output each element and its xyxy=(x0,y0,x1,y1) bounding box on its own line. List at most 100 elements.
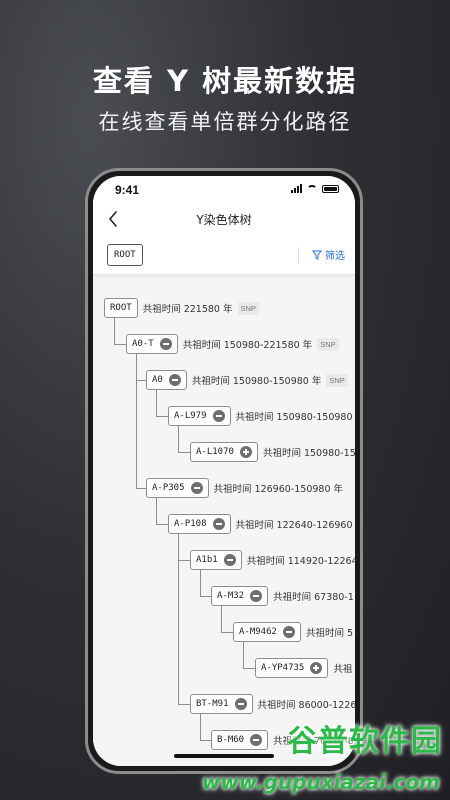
collapse-minus-icon[interactable] xyxy=(282,626,295,638)
haplogroup-label: BT-M91 xyxy=(196,699,229,709)
haplogroup-chip[interactable]: B-M60 xyxy=(211,730,269,750)
tree-connector xyxy=(156,498,157,524)
haplogroup-chip[interactable]: BT-M91 xyxy=(190,694,253,714)
tree-node: A-P108 共祖时间 122640-126960 xyxy=(168,514,353,534)
haplogroup-label: A-YP4735 xyxy=(261,663,305,673)
tree-connector xyxy=(200,596,211,597)
tree-connector xyxy=(114,344,126,345)
collapse-minus-icon[interactable] xyxy=(190,482,203,494)
tree-connector xyxy=(136,354,137,488)
filter-bar: ROOT 筛选 xyxy=(93,236,355,274)
coalescence-time: 共祖时间 150980-150980 xyxy=(235,412,353,423)
haplogroup-label: A1b1 xyxy=(196,555,218,565)
haplogroup-chip[interactable]: A-L1070 xyxy=(190,442,258,462)
coalescence-time: 共祖时间 86000-1226 xyxy=(257,700,355,711)
page-title: Y染色体树 xyxy=(196,213,252,227)
wifi-icon xyxy=(307,184,317,193)
tree-connector xyxy=(200,570,201,596)
tree-connector xyxy=(178,426,179,452)
collapse-minus-icon[interactable] xyxy=(159,338,172,350)
collapse-minus-icon[interactable] xyxy=(168,374,181,386)
tree-connector xyxy=(221,632,233,633)
status-bar: 9:41 xyxy=(93,176,355,202)
tree-node: A0-T 共祖时间 150980-221580 年 SNP xyxy=(126,334,339,354)
haplogroup-chip[interactable]: A-L979 xyxy=(168,406,231,426)
tree-node: A-YP4735 共祖 xyxy=(255,658,352,678)
snp-badge[interactable]: SNP xyxy=(326,373,348,387)
collapse-minus-icon[interactable] xyxy=(223,554,236,566)
haplogroup-label: A-L979 xyxy=(174,411,207,421)
tree-connector xyxy=(178,704,190,705)
haplogroup-label: A-P305 xyxy=(152,483,185,493)
haplogroup-chip[interactable]: A-P108 xyxy=(168,514,231,534)
tree-connector xyxy=(200,714,201,740)
haplogroup-chip[interactable]: A-M32 xyxy=(211,586,269,606)
tree-connector xyxy=(156,390,157,416)
tree-connector xyxy=(243,642,244,668)
haplogroup-chip[interactable]: ROOT xyxy=(104,298,138,318)
collapse-minus-icon[interactable] xyxy=(250,734,263,746)
tree-connector xyxy=(136,488,146,489)
root-chip[interactable]: ROOT xyxy=(107,244,143,266)
haplogroup-chip[interactable]: A1b1 xyxy=(190,550,242,570)
haplogroup-label: A-L1070 xyxy=(196,447,234,457)
haplogroup-tree: ROOT 共祖时间 221580 年 SNP A0-T 共祖时间 150980-2215… xyxy=(93,290,355,766)
battery-icon xyxy=(322,184,339,193)
tree-node: A-M32 共祖时间 67380-1 xyxy=(211,586,354,606)
expand-plus-icon[interactable] xyxy=(239,446,252,458)
tree-connector xyxy=(136,380,146,381)
funnel-icon xyxy=(312,250,322,260)
home-indicator xyxy=(174,754,274,758)
hero-title: 查看 Y 树最新数据 xyxy=(92,64,358,98)
haplogroup-label: A0-T xyxy=(132,339,154,349)
collapse-minus-icon[interactable] xyxy=(212,518,225,530)
coalescence-time: 共祖时间 150980-221580 年 xyxy=(182,340,313,351)
coalescence-time: 共祖时间 114920-12264 xyxy=(246,556,355,567)
tree-node: A0 共祖时间 150980-150980 年 SNP xyxy=(146,370,348,390)
haplogroup-chip[interactable]: A0-T xyxy=(126,334,178,354)
haplogroup-label: A-P108 xyxy=(174,519,207,529)
tree-connector xyxy=(200,740,211,741)
haplogroup-label: B-M60 xyxy=(217,735,245,745)
tree-node: A-L979 共祖时间 150980-150980 xyxy=(168,406,353,426)
snp-badge[interactable]: SNP xyxy=(317,337,339,351)
haplogroup-chip[interactable]: A-P305 xyxy=(146,478,209,498)
tree-connector xyxy=(178,452,190,453)
haplogroup-chip[interactable]: A-M9462 xyxy=(233,622,301,642)
tree-connector xyxy=(221,606,222,632)
collapse-minus-icon[interactable] xyxy=(250,590,263,602)
coalescence-time: 共祖时间 67380-1 xyxy=(273,592,354,603)
filter-button[interactable]: 筛选 xyxy=(312,247,345,262)
haplogroup-label: A0 xyxy=(152,375,163,385)
haplogroup-chip[interactable]: A-YP4735 xyxy=(255,658,329,678)
coalescence-time: 共祖时间 126960-150980 年 xyxy=(213,484,344,495)
coalescence-time: 共祖时间 150980-150980 年 xyxy=(191,376,322,387)
tree-node: ROOT 共祖时间 221580 年 SNP xyxy=(104,298,259,318)
watermark-logo: 谷普软件园 xyxy=(287,724,442,759)
coalescence-time: 共祖时间 221580 年 xyxy=(142,304,233,315)
app-screen: 9:41 Y染色体树 ROOT 筛选 ROOT 共祖时间 221580 年 SNP A… xyxy=(93,176,355,766)
coalescence-time: 共祖 xyxy=(333,664,353,675)
tree-connector xyxy=(243,668,255,669)
haplogroup-label: A-M32 xyxy=(217,591,245,601)
tree-connector xyxy=(114,318,115,344)
tree-node: A-P305 共祖时间 126960-150980 年 xyxy=(146,478,343,498)
coalescence-time: 共祖时间 5 xyxy=(305,628,354,639)
collapse-minus-icon[interactable] xyxy=(212,410,225,422)
tree-connector xyxy=(156,416,168,417)
snp-badge[interactable]: SNP xyxy=(237,301,259,315)
haplogroup-label: ROOT xyxy=(110,303,132,313)
coalescence-time: 共祖时间 150980-15 xyxy=(262,448,355,459)
status-time: 9:41 xyxy=(115,183,140,197)
nav-bar: Y染色体树 xyxy=(93,202,355,236)
tree-connector xyxy=(178,534,179,704)
divider xyxy=(298,247,299,263)
tree-connector xyxy=(156,524,168,525)
tree-node: A-M9462 共祖时间 5 xyxy=(233,622,353,642)
expand-plus-icon[interactable] xyxy=(310,662,323,674)
collapse-minus-icon[interactable] xyxy=(234,698,247,710)
filter-label: 筛选 xyxy=(325,251,345,262)
haplogroup-chip[interactable]: A0 xyxy=(146,370,187,390)
tree-connector xyxy=(178,560,190,561)
haplogroup-label: A-M9462 xyxy=(239,627,277,637)
